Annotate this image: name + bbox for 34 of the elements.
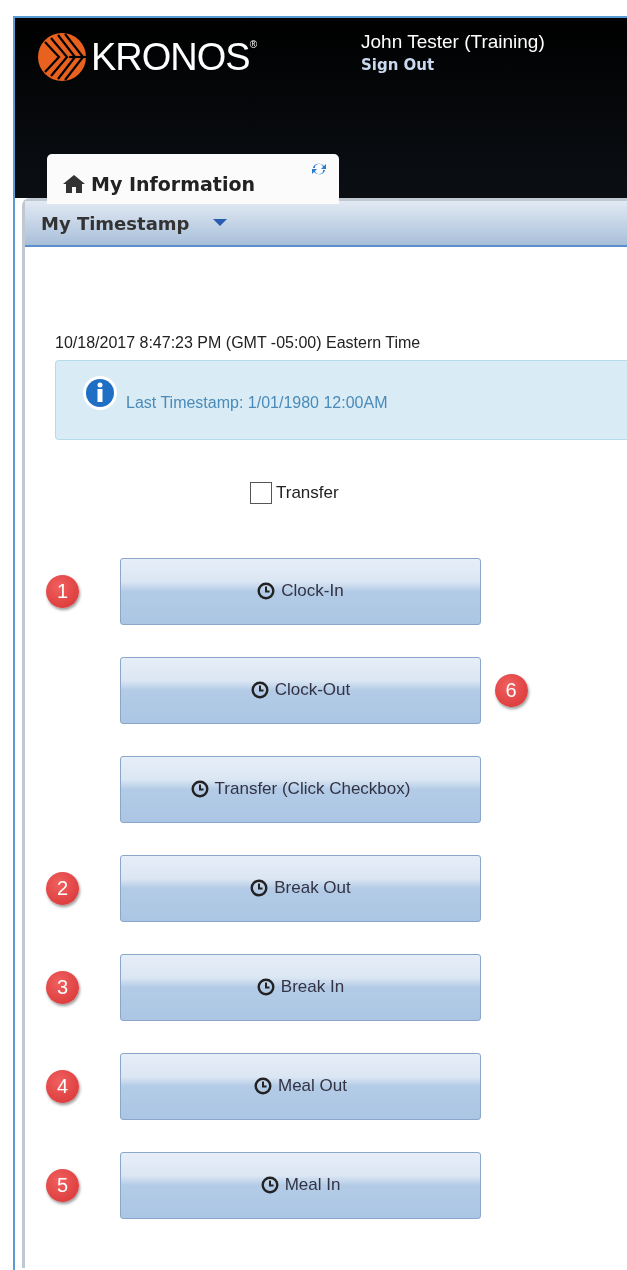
widget-title: My Timestamp [41, 211, 190, 236]
info-icon [82, 375, 118, 411]
sign-out-link[interactable]: Sign Out [361, 55, 435, 74]
step-number: 2 [46, 871, 79, 905]
step-number: 1 [46, 574, 79, 608]
dropdown-icon[interactable] [213, 219, 228, 227]
step-number: 5 [46, 1168, 79, 1202]
timestamp-button[interactable]: Break Out [120, 854, 481, 922]
tab[interactable]: My Information [47, 154, 339, 204]
clock-icon [250, 879, 269, 897]
timestamp-button[interactable]: Meal Out [120, 1052, 481, 1120]
timestamp-button[interactable]: Transfer (Click Checkbox) [120, 755, 481, 823]
step-number: 6 [494, 673, 528, 707]
clock-icon [256, 978, 275, 996]
clock-icon [257, 582, 276, 600]
clock-icon [250, 681, 269, 699]
clock-icon [260, 1176, 279, 1194]
refresh-icon[interactable] [311, 162, 327, 176]
clock-icon [254, 1077, 272, 1095]
step-number: 4 [46, 1069, 79, 1103]
step-number: 3 [46, 970, 79, 1004]
timestamp-button[interactable]: Break In [120, 953, 481, 1021]
logo-icon [37, 32, 87, 82]
transfer-checkbox[interactable] [250, 481, 272, 504]
timestamp-button[interactable]: Meal In [120, 1151, 481, 1219]
info-message: Last Timestamp: 1/01/1980 12:00AM [126, 393, 388, 413]
logo-text: KRONOS$^{®}$ [91, 38, 257, 76]
timestamp-button[interactable]: Clock-In [120, 557, 481, 625]
user-name: John Tester (Training) [361, 32, 545, 53]
clock-icon [190, 780, 209, 798]
checkbox-label: Transfer [276, 482, 339, 504]
timestamp-button[interactable]: Clock-Out [120, 656, 481, 724]
home-icon [63, 174, 85, 193]
current-time: 10/18/2017 8:47:23 PM (GMT -05:00) Eastern Time [55, 333, 422, 353]
